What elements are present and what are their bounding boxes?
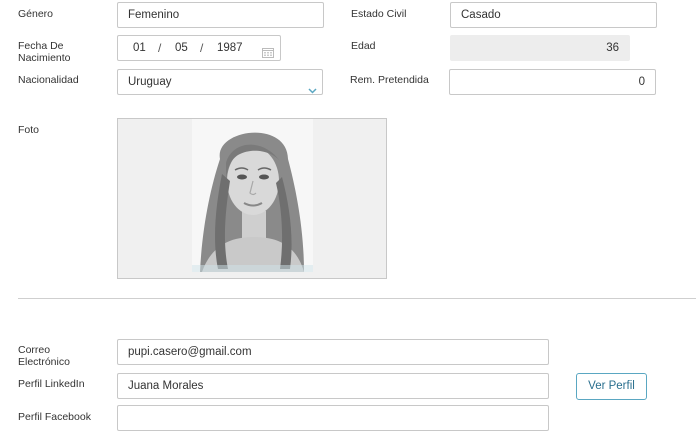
calendar-icon[interactable]	[262, 43, 274, 67]
estado-civil-field[interactable]: Casado	[450, 2, 657, 28]
correo-field[interactable]: pupi.casero@gmail.com	[117, 339, 549, 365]
rem-pretendida-label: Rem. Pretendida	[350, 74, 429, 86]
genero-field[interactable]: Femenino	[117, 2, 324, 28]
linkedin-label: Perfil LinkedIn	[18, 378, 85, 390]
nacionalidad-select[interactable]: Uruguay	[117, 69, 323, 95]
ver-perfil-button[interactable]: Ver Perfil	[576, 373, 647, 400]
fecha-dia[interactable]: 01	[133, 36, 146, 60]
fecha-nacimiento-field[interactable]: 01 / 05 / 1987	[117, 35, 281, 61]
rem-pretendida-field[interactable]: 0	[449, 69, 656, 95]
foto-label: Foto	[18, 124, 40, 136]
nacionalidad-value: Uruguay	[128, 76, 172, 88]
linkedin-value: Juana Morales	[128, 380, 204, 392]
section-divider	[18, 298, 696, 299]
photo-frame[interactable]	[117, 118, 387, 279]
date-separator: /	[200, 41, 204, 55]
fecha-mes[interactable]: 05	[175, 36, 188, 60]
linkedin-field[interactable]: Juana Morales	[117, 373, 549, 399]
correo-label: Correo Electrónico	[18, 344, 70, 368]
edad-label: Edad	[351, 40, 376, 52]
facebook-label: Perfil Facebook	[18, 411, 91, 423]
fecha-nacimiento-label: Fecha De Nacimiento	[18, 40, 71, 64]
facebook-field[interactable]	[117, 405, 549, 431]
genero-label: Género	[18, 8, 54, 20]
correo-value: pupi.casero@gmail.com	[128, 346, 252, 358]
profile-photo	[192, 119, 313, 272]
rem-pretendida-value: 0	[638, 76, 645, 88]
chevron-down-icon	[308, 79, 317, 103]
edad-value: 36	[606, 42, 619, 54]
nacionalidad-label: Nacionalidad	[18, 74, 79, 86]
date-separator: /	[158, 41, 162, 55]
genero-value: Femenino	[128, 9, 180, 21]
edad-field: 36	[450, 35, 630, 61]
estado-civil-value: Casado	[461, 9, 501, 21]
estado-civil-label: Estado Civil	[351, 8, 407, 20]
fecha-anio[interactable]: 1987	[217, 36, 243, 60]
